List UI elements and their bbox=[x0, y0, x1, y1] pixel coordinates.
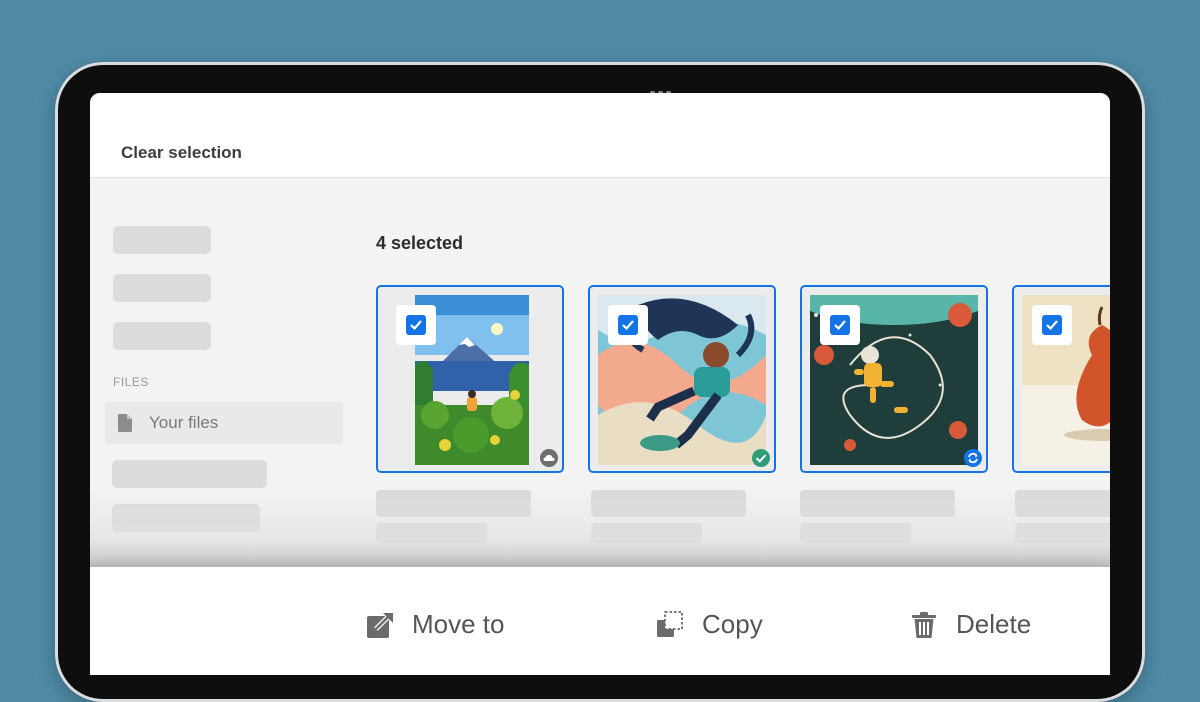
move-to-icon bbox=[367, 611, 393, 638]
files-section-label: FILES bbox=[113, 375, 149, 389]
file-card[interactable] bbox=[588, 285, 776, 473]
card-title-placeholder bbox=[591, 490, 746, 517]
cloud-icon bbox=[540, 449, 558, 467]
file-card[interactable] bbox=[376, 285, 564, 473]
checkbox-checked-icon bbox=[618, 315, 638, 335]
copy-label: Copy bbox=[702, 609, 763, 639]
sidebar-item-label: Your files bbox=[149, 413, 219, 432]
move-to-button[interactable]: Move to bbox=[366, 609, 505, 640]
copy-icon bbox=[657, 610, 683, 637]
card-subtitle-placeholder bbox=[1015, 523, 1110, 543]
clear-selection-button[interactable]: Clear selection bbox=[121, 143, 242, 163]
file-card[interactable] bbox=[800, 285, 988, 473]
trash-icon bbox=[912, 611, 936, 638]
bulk-action-bar: Move to Copy Delete bbox=[90, 567, 1110, 675]
checkbox-checked-icon bbox=[406, 315, 426, 335]
delete-label: Delete bbox=[956, 609, 1032, 639]
sidebar-placeholder bbox=[113, 274, 211, 302]
move-to-label: Move to bbox=[412, 609, 505, 639]
selected-count: 4 selected bbox=[376, 233, 464, 253]
app-screen: Clear selection FILES Your files 4 selec… bbox=[90, 93, 1110, 675]
sidebar-placeholder bbox=[112, 504, 260, 532]
card-checkbox[interactable] bbox=[1032, 305, 1072, 345]
card-title-placeholder bbox=[1015, 490, 1110, 517]
sidebar-placeholder bbox=[112, 460, 267, 488]
card-checkbox[interactable] bbox=[608, 305, 648, 345]
card-subtitle-placeholder bbox=[591, 523, 702, 543]
checkbox-checked-icon bbox=[830, 315, 850, 335]
card-checkbox[interactable] bbox=[820, 305, 860, 345]
file-card[interactable] bbox=[1012, 285, 1110, 473]
syncing-icon bbox=[964, 449, 982, 467]
sidebar-placeholder bbox=[113, 226, 211, 254]
card-checkbox[interactable] bbox=[396, 305, 436, 345]
copy-button[interactable]: Copy bbox=[656, 609, 763, 640]
delete-button[interactable]: Delete bbox=[910, 609, 1031, 640]
card-title-placeholder bbox=[376, 490, 531, 517]
sidebar-item-your-files[interactable]: Your files bbox=[105, 402, 343, 444]
card-subtitle-placeholder bbox=[376, 523, 487, 543]
file-icon bbox=[118, 414, 132, 432]
top-bar: Clear selection bbox=[90, 93, 1110, 178]
synced-check-icon bbox=[752, 449, 770, 467]
checkbox-checked-icon bbox=[1042, 315, 1062, 335]
card-subtitle-placeholder bbox=[800, 523, 911, 543]
card-title-placeholder bbox=[800, 490, 955, 517]
sidebar-placeholder bbox=[113, 322, 211, 350]
